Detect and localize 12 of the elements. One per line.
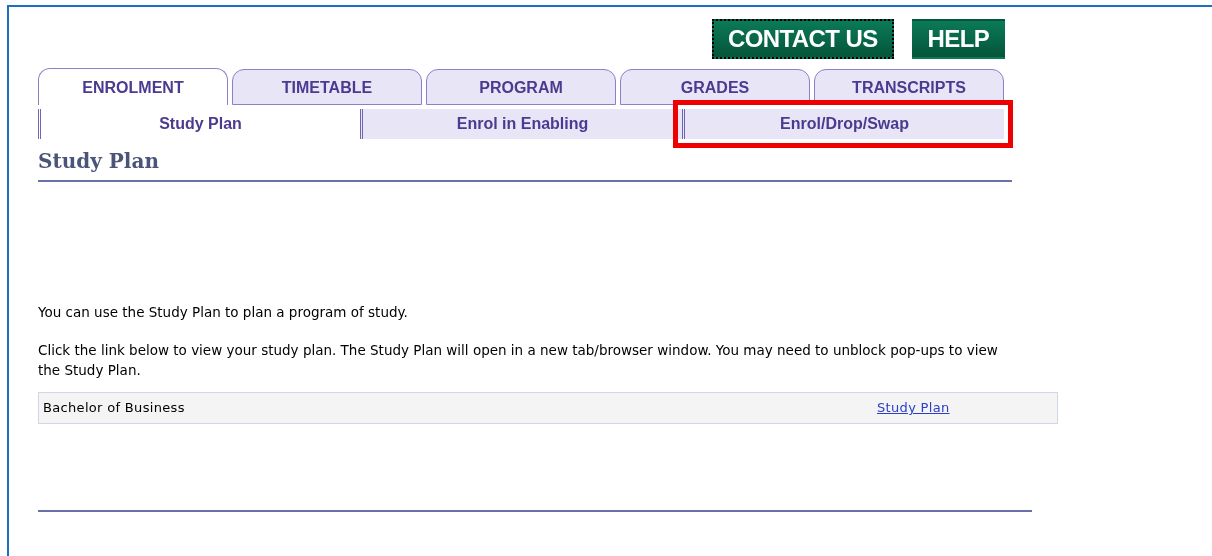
header-button[interactable]: CONTACT US (712, 19, 894, 59)
tab[interactable]: PROGRAM (426, 69, 616, 105)
study-plan-link[interactable]: Study Plan (877, 398, 1053, 418)
page-heading: Study Plan (38, 148, 160, 175)
paragraph: You can use the Study Plan to plan a program of study. (38, 303, 409, 322)
subtab[interactable]: Enrol in Enabling (360, 109, 682, 139)
paragraph: Click the link below to view your study plan. The Study Plan will open in a new tab/browser window. You may need to unblock pop-ups to view the Study Plan. (38, 341, 999, 380)
tab[interactable]: TIMETABLE (232, 69, 422, 105)
header-button[interactable]: HELP (911, 19, 1006, 59)
tab[interactable]: ENROLMENT (38, 68, 228, 105)
tab[interactable]: GRADES (620, 69, 810, 105)
table-cell-text: Bachelor of Business (43, 399, 186, 418)
